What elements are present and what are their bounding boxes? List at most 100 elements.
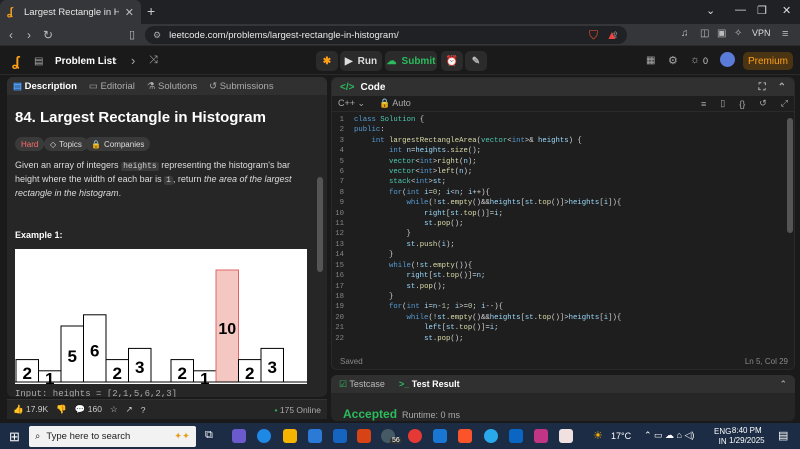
star-icon[interactable]: ☆	[110, 404, 118, 415]
help-icon[interactable]: ?	[141, 405, 146, 415]
bookmark-code-icon[interactable]: ▯	[720, 98, 725, 109]
new-tab-icon[interactable]: +	[147, 3, 155, 19]
site-info-icon[interactable]: ⚙	[153, 30, 161, 41]
vscode-icon[interactable]	[433, 429, 447, 443]
menu-icon[interactable]: ≡	[782, 28, 788, 40]
code-line: 22 st.pop();	[335, 334, 464, 343]
checkbox-icon: ☑	[339, 378, 348, 389]
histogram-bar-label: 3	[135, 358, 144, 377]
address-bar-row: ‹ › ↻ ▯ ⚙ leetcode.com/problems/largest-…	[0, 24, 800, 46]
companies-label: Companies	[103, 139, 145, 149]
notification-icon[interactable]: ▤	[778, 429, 788, 442]
forward-icon[interactable]: ›	[27, 28, 31, 42]
windows-start-icon[interactable]: ⊞	[9, 429, 20, 445]
linkedin-icon[interactable]	[509, 429, 523, 443]
wallet-icon[interactable]: ▣	[717, 28, 726, 39]
notes-button[interactable]: ✎	[465, 51, 487, 71]
vpn-button[interactable]: VPN	[752, 28, 771, 38]
brave-rewards-icon[interactable]: ▲	[606, 28, 618, 42]
reload-icon[interactable]: ↻	[43, 28, 53, 42]
format-icon[interactable]: ≡	[701, 99, 706, 109]
test-panel: ☑ Testcase >_ Test Result ⌃ Accepted Run…	[331, 375, 795, 421]
desc-code-heights: heights	[121, 162, 159, 171]
leo-ai-icon[interactable]: ✧	[734, 28, 742, 39]
browser-tab[interactable]: ʆ Largest Rectangle in Histogram ✕	[0, 0, 141, 24]
test-collapse-icon[interactable]: ⌃	[779, 379, 787, 390]
timer-button[interactable]: ⏰	[441, 51, 463, 71]
mail-icon[interactable]	[333, 429, 347, 443]
auto-mode[interactable]: 🔒 Auto	[379, 98, 411, 109]
tab-submissions[interactable]: ↺ Submissions	[209, 81, 273, 92]
tab-editorial[interactable]: ▭ Editorial	[89, 81, 135, 92]
code-editor[interactable]: 1 class Solution { 2 public: 3 int largest…	[332, 115, 782, 344]
app2-icon[interactable]	[559, 429, 573, 443]
back-icon[interactable]: ‹	[9, 28, 13, 42]
chrome-icon[interactable]	[408, 429, 422, 443]
store-icon[interactable]	[308, 429, 322, 443]
premium-button[interactable]: Premium	[743, 52, 793, 70]
tab-search-icon[interactable]: ⌄	[706, 4, 715, 17]
edge-icon[interactable]	[257, 429, 271, 443]
description-scrollbar[interactable]	[317, 177, 323, 272]
file-explorer-icon[interactable]	[283, 429, 297, 443]
brave-shields-icon[interactable]: ⛉	[589, 28, 598, 43]
braces-icon[interactable]: {}	[739, 99, 745, 109]
debug-button[interactable]: ✱	[316, 51, 338, 71]
desc-text-3: , return	[172, 174, 202, 184]
avatar[interactable]	[720, 52, 735, 67]
instagram-icon[interactable]	[534, 429, 548, 443]
url-field[interactable]: ⚙ leetcode.com/problems/largest-rectangl…	[145, 26, 627, 44]
tray-icons[interactable]: ⌃ ▭ ☁ ⌂ ◁)	[644, 430, 694, 441]
run-button[interactable]: ▶ Run	[340, 51, 382, 71]
dislike-icon[interactable]: 👎	[56, 404, 67, 415]
tab-test-result[interactable]: >_ Test Result	[399, 379, 460, 389]
bookmark-icon[interactable]: ▯	[129, 28, 135, 41]
telegram-icon[interactable]	[484, 429, 498, 443]
layout-icon[interactable]: ▦	[646, 55, 655, 66]
tab-solutions[interactable]: ⚗ Solutions	[147, 81, 197, 92]
sidebar-icon[interactable]: ◫	[700, 28, 709, 39]
example-heading: Example 1:	[15, 230, 63, 240]
collapse-icon[interactable]: ⌃	[778, 82, 786, 93]
description-footer: 👍 17.9K 👎 💬 160 ☆ ↗ ? • 175 Online	[7, 399, 327, 419]
weather-icon[interactable]: ☀	[593, 429, 603, 442]
problem-list-link[interactable]: Problem List	[55, 56, 116, 67]
submit-button[interactable]: ☁ Submit	[385, 51, 437, 71]
prev-problem-icon[interactable]: ‹	[113, 53, 117, 68]
lock-small-icon: 🔒	[379, 98, 391, 108]
taskbar-search[interactable]: ⌕ Type here to search ✦✦	[29, 426, 196, 447]
reset-icon[interactable]: ↺	[759, 98, 767, 109]
maximize-icon[interactable]: ❐	[757, 4, 767, 17]
problem-title: 84. Largest Rectangle in Histogram	[15, 109, 266, 126]
code-scrollbar[interactable]	[787, 118, 793, 233]
code-line: 8 for(int i=0; i<n; i++){	[339, 188, 490, 197]
tab-description[interactable]: ▤ Description	[13, 81, 77, 92]
leetcode-header: ʆ ▤ Problem List ‹ › ⤨ ✱ ▶ Run ☁ Submit …	[0, 47, 800, 75]
clock[interactable]: 8:40 PM 1/29/2025	[729, 426, 765, 446]
share-link-icon[interactable]: ↗	[126, 404, 133, 415]
comments-button[interactable]: 💬 160	[75, 404, 102, 415]
tab-testcase[interactable]: ☑ Testcase	[339, 379, 385, 390]
close-tab-icon[interactable]: ✕	[125, 6, 134, 19]
office-icon[interactable]	[357, 429, 371, 443]
close-window-icon[interactable]: ✕	[782, 4, 791, 17]
minimize-icon[interactable]: —	[735, 4, 746, 16]
fire-streak-icon[interactable]: ☼	[690, 54, 700, 66]
leetcode-logo-icon[interactable]: ʆ	[12, 53, 20, 69]
media-icon[interactable]: ♫	[681, 28, 689, 39]
tab-description-label: Description	[24, 80, 77, 92]
fullscreen-icon[interactable]: ⤢	[781, 98, 788, 109]
app-badge: 56	[390, 437, 402, 444]
topics-pill[interactable]: ◇ Topics	[44, 137, 88, 151]
companies-pill[interactable]: 🔒 Companies	[85, 137, 151, 151]
expand-icon[interactable]: ⛶	[759, 82, 766, 93]
like-button[interactable]: 👍 17.9K	[13, 404, 48, 415]
settings-icon[interactable]: ⚙	[668, 54, 678, 67]
language-select[interactable]: C++ ⌄	[338, 98, 365, 109]
brave-icon[interactable]	[458, 429, 472, 443]
document-icon: ▤	[13, 80, 22, 92]
task-view-icon[interactable]: ⧉	[205, 429, 213, 442]
shuffle-icon[interactable]: ⤨	[149, 54, 158, 67]
copilot-icon[interactable]	[232, 429, 246, 443]
next-problem-icon[interactable]: ›	[131, 53, 135, 68]
